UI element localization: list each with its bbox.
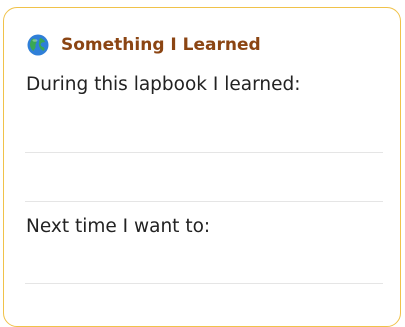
answer-line-2: [25, 201, 383, 202]
card-title: Something I Learned: [61, 35, 261, 55]
learned-prompt: During this lapbook I learned:: [26, 74, 301, 95]
card-header: Something I Learned: [27, 30, 261, 60]
next-time-prompt: Next time I want to:: [26, 216, 211, 237]
answer-line-1: [25, 152, 383, 153]
globe-icon: [27, 34, 49, 56]
answer-line-3: [25, 283, 383, 284]
